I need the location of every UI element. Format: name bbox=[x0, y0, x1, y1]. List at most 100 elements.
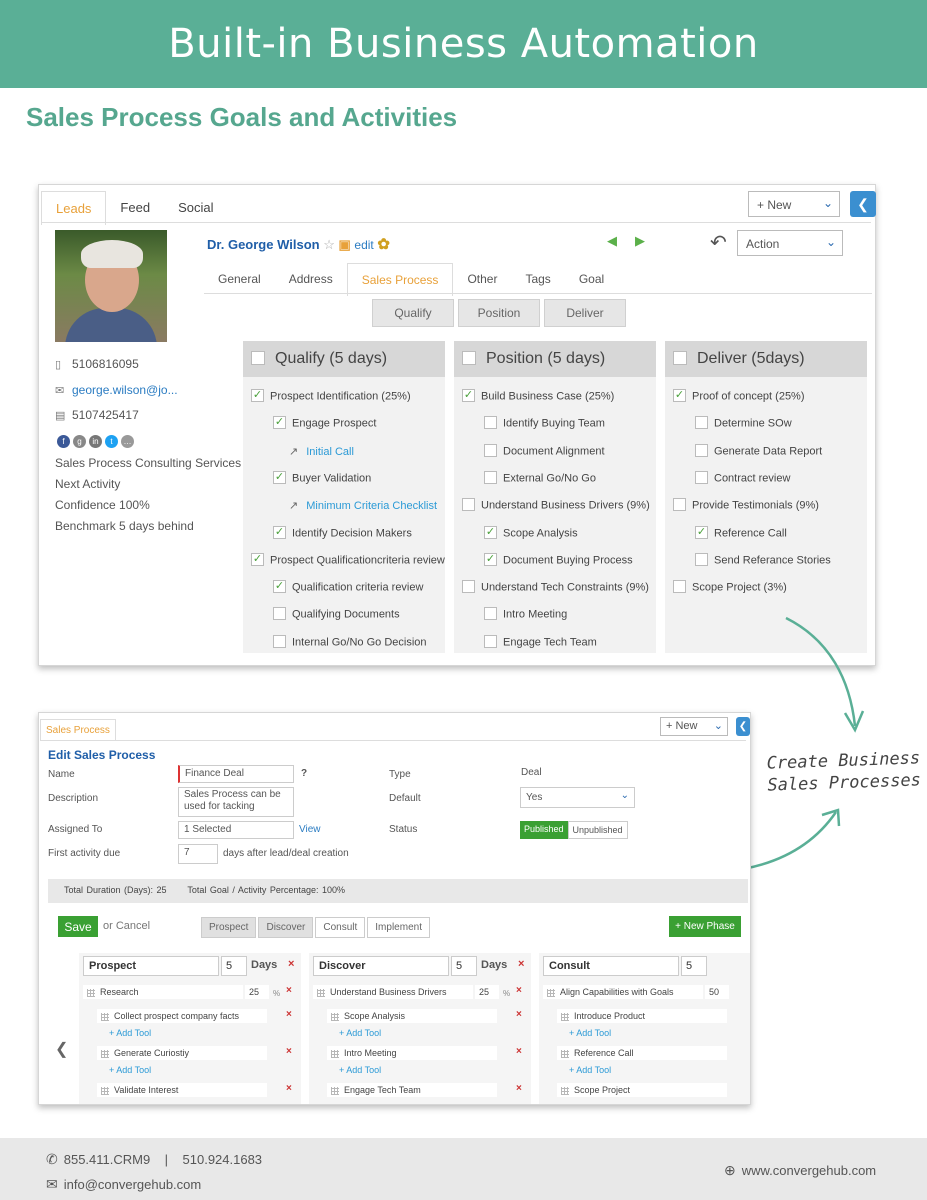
phase-name-field[interactable]: Consult bbox=[543, 956, 679, 976]
checked-checkbox[interactable]: ✓ bbox=[462, 389, 475, 402]
position-button[interactable]: Position bbox=[458, 299, 540, 327]
footer-email[interactable]: ✉ info@convergehub.com bbox=[46, 1176, 201, 1193]
phase-checkbox[interactable] bbox=[462, 351, 476, 365]
remove-phase-icon[interactable]: × bbox=[518, 958, 524, 970]
qualify-button[interactable]: Qualify bbox=[372, 299, 454, 327]
drag-handle-icon[interactable] bbox=[317, 988, 325, 997]
unpublished-option[interactable]: Unpublished bbox=[567, 821, 628, 839]
checklist-item[interactable]: External Go/No Go bbox=[484, 470, 596, 485]
drag-handle-icon[interactable] bbox=[101, 1086, 109, 1095]
activity-row[interactable]: Collect prospect company facts bbox=[97, 1009, 267, 1023]
remove-activity-icon[interactable]: × bbox=[286, 1009, 292, 1020]
tab-leads[interactable]: Leads bbox=[41, 191, 107, 225]
remove-goal-icon[interactable]: × bbox=[516, 985, 522, 996]
checklist-item[interactable]: Send Referance Stories bbox=[695, 552, 831, 567]
drag-handle-icon[interactable] bbox=[331, 1086, 339, 1095]
remove-activity-icon[interactable]: × bbox=[516, 1009, 522, 1020]
checklist-item[interactable]: Understand Business Drivers (9%) bbox=[462, 498, 650, 512]
checked-checkbox[interactable]: ✓ bbox=[273, 470, 286, 484]
drag-handle-icon[interactable] bbox=[101, 1049, 109, 1058]
chat-icon[interactable]: … bbox=[121, 435, 134, 448]
tool-link[interactable]: Initial Call bbox=[306, 446, 354, 458]
remove-activity-icon[interactable]: × bbox=[286, 1083, 292, 1094]
twitter-icon[interactable]: t bbox=[105, 435, 118, 448]
help-icon[interactable]: ? bbox=[301, 768, 307, 779]
checklist-item[interactable]: ✓ Identify Decision Makers bbox=[273, 525, 412, 540]
next-record-icon[interactable]: ▶ bbox=[635, 233, 663, 248]
footer-website[interactable]: ⊕ www.convergehub.com bbox=[724, 1162, 876, 1179]
description-field[interactable]: Sales Process can be used for tacking bbox=[178, 787, 294, 817]
goal-row[interactable]: Understand Business Drivers bbox=[313, 985, 473, 999]
view-link[interactable]: View bbox=[299, 824, 321, 835]
add-tool-link[interactable]: + Add Tool bbox=[109, 1028, 151, 1038]
remove-activity-icon[interactable]: × bbox=[286, 1046, 292, 1057]
tab-tags[interactable]: Tags bbox=[511, 263, 564, 296]
tab-prospect[interactable]: Prospect bbox=[201, 917, 257, 938]
checked-checkbox[interactable]: ✓ bbox=[251, 552, 264, 566]
prev-record-icon[interactable]: ◀ bbox=[607, 233, 635, 248]
checklist-item[interactable]: Engage Tech Team bbox=[484, 634, 597, 649]
checkbox[interactable] bbox=[273, 634, 286, 648]
goal-percent-field[interactable]: 25 bbox=[245, 985, 269, 999]
save-button[interactable]: Save bbox=[58, 916, 98, 937]
activity-tool-link[interactable]: ↗ Minimum Criteria Checklist bbox=[289, 499, 437, 512]
checkbox[interactable] bbox=[462, 580, 475, 594]
drag-handle-icon[interactable] bbox=[561, 1049, 569, 1058]
new-dropdown[interactable]: + New ⌄ bbox=[660, 717, 728, 736]
remove-phase-icon[interactable]: × bbox=[288, 958, 294, 970]
edit-link[interactable]: edit bbox=[354, 238, 373, 252]
checklist-item[interactable]: Intro Meeting bbox=[484, 607, 567, 621]
checklist-item[interactable]: ✓ Proof of concept (25%) bbox=[673, 389, 805, 403]
goal-row[interactable]: Align Capabilities with Goals bbox=[543, 985, 703, 999]
checked-checkbox[interactable]: ✓ bbox=[673, 389, 686, 402]
tab-sales-process[interactable]: Sales Process bbox=[346, 263, 454, 296]
remove-goal-icon[interactable]: × bbox=[286, 985, 292, 996]
tab-consult[interactable]: Consult bbox=[315, 917, 366, 938]
phase-checkbox[interactable] bbox=[251, 351, 265, 365]
remove-activity-icon[interactable]: × bbox=[516, 1083, 522, 1094]
goal-row[interactable]: Research bbox=[83, 985, 243, 999]
drag-handle-icon[interactable] bbox=[101, 1012, 109, 1021]
tab-goal[interactable]: Goal bbox=[565, 263, 618, 296]
checklist-item[interactable]: ✓ Buyer Validation bbox=[273, 470, 371, 485]
add-tool-link[interactable]: + Add Tool bbox=[569, 1028, 611, 1038]
add-tool-link[interactable]: + Add Tool bbox=[569, 1065, 611, 1075]
deliver-button[interactable]: Deliver bbox=[544, 299, 626, 327]
star-icon[interactable]: ☆ bbox=[323, 237, 335, 252]
first-activity-field[interactable]: 7 bbox=[178, 844, 218, 864]
scroll-left-icon[interactable]: ❮ bbox=[55, 1039, 68, 1059]
default-select[interactable]: Yes ⌄ bbox=[520, 787, 635, 808]
drag-handle-icon[interactable] bbox=[331, 1049, 339, 1058]
tab-discover[interactable]: Discover bbox=[258, 917, 314, 938]
checkbox[interactable] bbox=[484, 470, 497, 484]
flower-icon[interactable]: ✿ bbox=[377, 236, 390, 253]
action-select[interactable]: Action ⌄ bbox=[737, 230, 843, 256]
checked-checkbox[interactable]: ✓ bbox=[273, 416, 286, 430]
activity-row[interactable]: Validate Interest bbox=[97, 1083, 267, 1097]
email-link[interactable]: george.wilson@jo... bbox=[72, 383, 178, 397]
checked-checkbox[interactable]: ✓ bbox=[484, 525, 497, 539]
add-tool-link[interactable]: + Add Tool bbox=[339, 1028, 381, 1038]
drag-handle-icon[interactable] bbox=[561, 1086, 569, 1095]
published-option[interactable]: Published bbox=[520, 821, 568, 839]
phase-days-field[interactable]: 5 bbox=[681, 956, 707, 976]
phase-checkbox[interactable] bbox=[673, 351, 687, 365]
checklist-item[interactable]: ✓ Prospect Identification (25%) bbox=[251, 389, 411, 403]
checklist-item[interactable]: ✓ Qualification criteria review bbox=[273, 580, 423, 594]
checkbox[interactable] bbox=[462, 498, 475, 512]
checked-checkbox[interactable]: ✓ bbox=[251, 389, 264, 402]
checkbox[interactable] bbox=[695, 552, 708, 566]
checklist-item[interactable]: Contract review bbox=[695, 470, 790, 485]
undo-icon[interactable]: ↶ bbox=[710, 230, 727, 255]
checklist-item[interactable]: Scope Project (3%) bbox=[673, 580, 787, 594]
phase-name-field[interactable]: Prospect bbox=[83, 956, 219, 976]
cancel-link[interactable]: or Cancel bbox=[103, 920, 150, 932]
remove-activity-icon[interactable]: × bbox=[516, 1046, 522, 1057]
new-phase-button[interactable]: + New Phase bbox=[669, 916, 741, 937]
checklist-item[interactable]: ✓ Reference Call bbox=[695, 525, 787, 540]
name-field[interactable]: Finance Deal bbox=[178, 765, 294, 783]
activity-row[interactable]: Engage Tech Team bbox=[327, 1083, 497, 1097]
tab-feed[interactable]: Feed bbox=[106, 191, 164, 225]
activity-row[interactable]: Intro Meeting bbox=[327, 1046, 497, 1060]
tool-link[interactable]: Minimum Criteria Checklist bbox=[306, 500, 437, 512]
